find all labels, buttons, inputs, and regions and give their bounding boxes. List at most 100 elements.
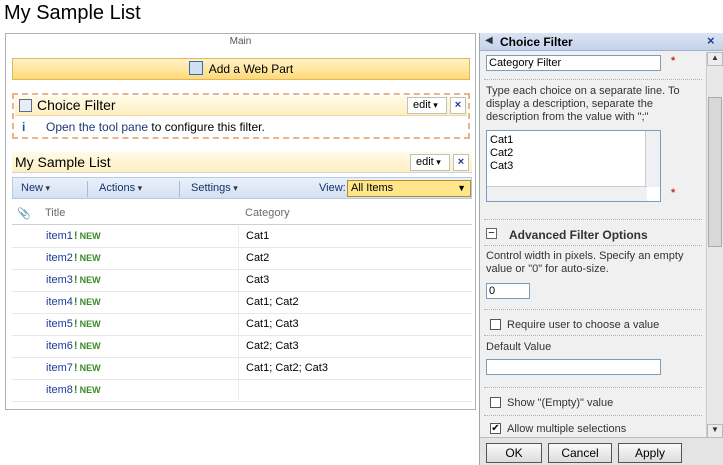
view-select[interactable]: All Items ▼ [347, 180, 471, 197]
tool-pane-scrollbar[interactable]: ▲ ▼ [706, 52, 723, 439]
table-row[interactable]: item7! NEW Cat1; Cat2; Cat3 [12, 358, 472, 380]
scrollbar-thumb[interactable] [708, 97, 722, 247]
item-title-link[interactable]: item1! NEW [46, 230, 101, 242]
column-header-title[interactable]: Title [45, 207, 65, 219]
attachment-icon: 📎 [17, 208, 31, 220]
column-divider [238, 292, 239, 314]
item-title-text: item5 [46, 318, 73, 330]
item-title-text: item4 [46, 296, 73, 308]
column-header-category[interactable]: Category [245, 207, 290, 219]
ok-button[interactable]: OK [486, 443, 542, 463]
item-title-link[interactable]: item8! NEW [46, 384, 101, 396]
new-indicator-icon: ! [73, 362, 78, 374]
item-title-link[interactable]: item5! NEW [46, 318, 101, 330]
main-web-part-zone: Main Add a Web Part Choice Filter edit ×… [5, 33, 476, 410]
add-web-part-button[interactable]: Add a Web Part [12, 58, 470, 80]
textarea-vertical-scrollbar[interactable] [645, 131, 660, 187]
tool-pane-title: Choice Filter [500, 35, 573, 49]
new-indicator-icon: ! [73, 318, 78, 330]
default-value-label: Default Value [486, 341, 552, 353]
choice-filter-close-button[interactable]: × [450, 97, 466, 114]
toolbar-separator [87, 181, 88, 197]
choices-help-text: Type each choice on a separate line. To … [486, 85, 680, 123]
new-indicator-icon: ! [73, 384, 78, 396]
tool-pane: ◀ Choice Filter × Category Filter * Type… [479, 33, 723, 465]
table-row[interactable]: item8! NEW [12, 380, 472, 402]
item-category: Cat1; Cat2 [246, 296, 299, 308]
new-indicator-icon: ! [73, 230, 78, 242]
actions-menu[interactable]: Actions [99, 182, 142, 194]
add-web-part-icon [188, 61, 203, 75]
toolbar-separator [179, 181, 180, 197]
column-divider [238, 358, 239, 380]
table-row[interactable]: item1! NEW Cat1 [12, 226, 472, 248]
advanced-options-heading[interactable]: Advanced Filter Options [509, 228, 648, 242]
table-row[interactable]: item5! NEW Cat1; Cat3 [12, 314, 472, 336]
item-title-link[interactable]: item4! NEW [46, 296, 101, 308]
back-arrow-icon[interactable]: ◀ [485, 35, 493, 46]
collapse-toggle-icon[interactable]: − [486, 228, 497, 239]
column-divider [238, 270, 239, 292]
required-mark: * [671, 55, 676, 67]
item-title-link[interactable]: item7! NEW [46, 362, 101, 374]
choice-line: Cat3 [490, 160, 514, 172]
choice-line: Cat2 [490, 147, 514, 159]
item-category: Cat1; Cat3 [246, 318, 299, 330]
table-row[interactable]: item2! NEW Cat2 [12, 248, 472, 270]
configure-message-text: to configure this filter. [148, 120, 265, 134]
new-indicator-icon: ! [73, 274, 78, 286]
choices-textarea[interactable]: Cat1 Cat2 Cat3 [486, 130, 661, 202]
item-title-link[interactable]: item3! NEW [46, 274, 101, 286]
new-badge: NEW [79, 319, 101, 329]
width-help-text: Control width in pixels. Specify an empt… [486, 250, 684, 275]
list-title[interactable]: My Sample List [15, 154, 111, 170]
item-title-text: item6 [46, 340, 73, 352]
table-row[interactable]: item6! NEW Cat2; Cat3 [12, 336, 472, 358]
table-row[interactable]: item4! NEW Cat1; Cat2 [12, 292, 472, 314]
new-menu[interactable]: New [21, 182, 50, 194]
item-title-text: item8 [46, 384, 73, 396]
tool-pane-footer: OK Cancel Apply [480, 437, 723, 465]
settings-menu[interactable]: Settings [191, 182, 238, 194]
choice-filter-edit-menu[interactable]: edit [407, 97, 447, 114]
list-edit-menu[interactable]: edit [410, 154, 450, 171]
item-title-link[interactable]: item6! NEW [46, 340, 101, 352]
column-divider [238, 336, 239, 358]
chevron-down-icon: ▼ [457, 183, 466, 193]
view-label: View: [319, 182, 346, 194]
section-divider [484, 415, 702, 416]
list-close-button[interactable]: × [453, 154, 469, 171]
choice-filter-title: Choice Filter [37, 97, 116, 113]
choice-filter-web-part: Choice Filter edit × i Open the tool pane… [12, 93, 470, 139]
list-column-headers: 📎 Title Category [12, 203, 472, 225]
cancel-button[interactable]: Cancel [548, 443, 612, 463]
add-web-part-label: Add a Web Part [208, 62, 294, 76]
filter-name-input[interactable]: Category Filter [486, 55, 661, 71]
show-empty-checkbox[interactable] [490, 397, 501, 408]
apply-button[interactable]: Apply [618, 443, 682, 463]
scroll-down-arrow[interactable]: ▼ [707, 424, 723, 438]
table-row[interactable]: item3! NEW Cat3 [12, 270, 472, 292]
tool-pane-header: ◀ Choice Filter × [480, 33, 723, 51]
default-value-input[interactable] [486, 359, 661, 375]
info-icon: i [22, 120, 26, 134]
page-title: My Sample List [4, 2, 141, 24]
textarea-horizontal-scrollbar[interactable] [487, 186, 647, 201]
item-category: Cat1; Cat2; Cat3 [246, 362, 328, 374]
open-tool-pane-link[interactable]: Open the tool pane [46, 120, 148, 134]
tool-pane-close-button[interactable]: × [707, 33, 715, 48]
new-indicator-icon: ! [73, 340, 78, 352]
scroll-up-arrow[interactable]: ▲ [707, 52, 723, 66]
section-divider [484, 219, 702, 220]
require-value-checkbox[interactable] [490, 319, 501, 330]
item-title-link[interactable]: item2! NEW [46, 252, 101, 264]
item-category: Cat2 [246, 252, 270, 264]
new-badge: NEW [79, 275, 101, 285]
section-divider [484, 79, 702, 80]
control-width-input[interactable]: 0 [486, 283, 530, 299]
item-title-text: item3 [46, 274, 73, 286]
filter-web-part-icon [19, 99, 32, 112]
column-divider [238, 248, 239, 270]
item-category: Cat1 [246, 230, 270, 242]
allow-multiple-checkbox[interactable]: ✔ [490, 423, 501, 434]
